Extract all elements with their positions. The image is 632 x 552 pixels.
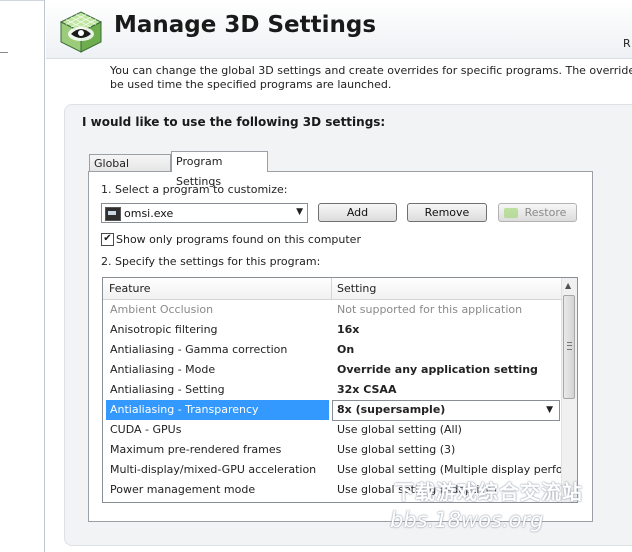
program-exe-icon [105,207,121,221]
setting-cell: 8x (supersample) [337,403,446,416]
feature-cell: Ambient Occlusion [110,303,214,316]
watermark-text: 下载游戏综合交流站 [394,480,583,504]
setting-cell: 16x [337,323,360,336]
column-divider[interactable] [331,278,332,299]
tab-global-settings[interactable]: Global Settings [89,154,171,188]
feature-cell: Power management mode [110,483,256,496]
chevron-down-icon[interactable]: ▼ [546,405,553,415]
setting-cell: On [337,343,355,356]
scroll-up-icon[interactable]: ▲ [565,281,571,290]
tab-program-settings[interactable]: Program Settings [171,151,268,188]
vertical-scrollbar[interactable]: ▲ [561,278,577,502]
feature-cell: Antialiasing - Transparency [110,403,259,416]
program-select-value: omsi.exe [124,207,174,220]
panel-heading: I would like to use the following 3D set… [82,115,386,129]
feature-cell: Anisotropic filtering [110,323,218,336]
table-row[interactable]: Antialiasing - Gamma correction On [103,340,561,360]
page-title: Manage 3D Settings [114,12,377,38]
setting-cell: Use global setting (Multiple display per… [337,463,577,476]
table-row[interactable]: Ambient Occlusion Not supported for this… [103,300,561,320]
setting-cell: Use global setting (3) [337,443,456,456]
scrollbar-thumb[interactable] [563,295,575,399]
setting-cell: Use global setting (All) [337,423,462,436]
page-description: You can change the global 3D settings an… [110,64,632,91]
program-select[interactable]: omsi.exe ▼ [101,203,308,223]
nvidia-logo-icon [504,208,518,218]
nvidia-3d-cube-icon [59,11,103,53]
column-header-feature[interactable]: Feature [109,282,151,295]
table-row[interactable]: Anisotropic filtering 16x [103,320,561,340]
add-button[interactable]: Add [318,203,397,222]
table-row[interactable]: Maximum pre-rendered frames Use global s… [103,440,561,460]
step2-label: 2. Specify the settings for this program… [101,255,321,268]
divider [0,0,44,1]
restore-button[interactable]: Restore [498,203,577,222]
feature-cell: Antialiasing - Setting [110,383,225,396]
grip-icon [567,342,572,350]
watermark-url: bbs.18wos.org [390,508,544,532]
feature-cell: Antialiasing - Mode [110,363,216,376]
table-row[interactable]: Antialiasing - Mode Override any applica… [103,360,561,380]
table-row-selected[interactable]: Antialiasing - Transparency ▼ 8x (supers… [103,400,561,421]
chevron-down-icon: ▼ [296,207,303,217]
table-row[interactable]: CUDA - GPUs Use global setting (All) [103,420,561,440]
grid-header: Feature Setting [103,278,561,300]
show-only-found-label[interactable]: Show only programs found on this compute… [116,233,361,246]
column-header-setting[interactable]: Setting [337,282,376,295]
feature-cell: Maximum pre-rendered frames [110,443,282,456]
table-row[interactable]: Antialiasing - Setting 32x CSAA [103,380,561,400]
remove-button[interactable]: Remove [407,203,487,222]
setting-cell: 32x CSAA [337,383,397,396]
feature-cell: CUDA - GPUs [110,423,182,436]
settings-grid: Feature Setting Ambient Occlusion Not su… [102,277,578,503]
feature-cell: Multi-display/mixed-GPU acceleration [110,463,317,476]
feature-cell: Antialiasing - Gamma correction [110,343,288,356]
tree-connector [0,52,8,53]
restore-button-label: Restore [524,206,567,219]
setting-cell: Override any application setting [337,363,538,376]
show-only-found-checkbox[interactable]: ✔ [101,233,114,246]
restore-defaults-link[interactable]: R [623,37,631,50]
navigation-pane [0,0,45,552]
setting-cell: Not supported for this application [337,303,523,316]
divider [46,58,632,59]
